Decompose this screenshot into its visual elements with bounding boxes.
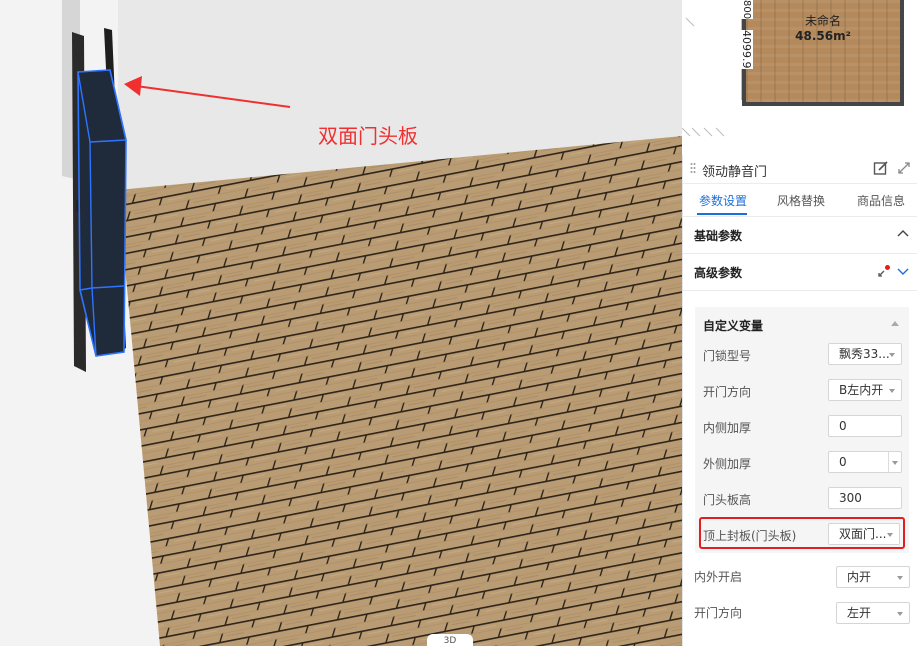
open-direction-value: B左内开 xyxy=(839,383,884,397)
door-direction-select[interactable]: 左开 xyxy=(836,602,910,624)
collapse-triangle-icon[interactable] xyxy=(891,321,899,326)
tab-params[interactable]: 参数设置 xyxy=(699,192,747,209)
row-door-direction-label: 开门方向 xyxy=(694,606,743,620)
dimension-main: 4099.9 xyxy=(739,30,753,69)
lock-model-select[interactable]: 飘秀33... xyxy=(828,343,902,365)
row-open-direction-label: 开门方向 xyxy=(703,385,752,399)
properties-panel: 领动静音门 参数设置 风格替换 商品信息 基础参数 高级参数 自定义变量 门锁型… xyxy=(682,155,917,646)
lock-model-value: 飘秀33... xyxy=(839,347,890,361)
3d-scene[interactable] xyxy=(0,0,682,646)
header-height-input[interactable]: 300 xyxy=(828,487,902,509)
open-mode-value: 内开 xyxy=(847,570,872,584)
row-header-height-label: 门头板高 xyxy=(703,493,752,507)
caret-down-icon xyxy=(897,576,903,580)
row-inner-thickness-label: 内侧加厚 xyxy=(703,421,752,435)
tab-style[interactable]: 风格替换 xyxy=(777,192,825,209)
highlight-box xyxy=(699,517,905,549)
3d-viewport[interactable]: 双面门头板 3D xyxy=(0,0,682,646)
chevron-up-icon[interactable] xyxy=(897,229,909,239)
dimension-small: 800 xyxy=(739,0,753,20)
stepper[interactable] xyxy=(888,452,901,472)
section-basic[interactable]: 基础参数 xyxy=(683,217,917,254)
header-height-value: 300 xyxy=(839,491,862,505)
floorplan-minimap[interactable]: 未命名 48.56m² 800 4099.9 xyxy=(682,0,917,155)
locate-icon[interactable] xyxy=(877,264,891,278)
inner-thickness-value: 0 xyxy=(839,419,847,433)
tab-product[interactable]: 商品信息 xyxy=(857,192,905,209)
panel-title: 领动静音门 xyxy=(702,165,768,180)
room-name: 未命名 xyxy=(804,14,841,28)
section-advanced[interactable]: 高级参数 xyxy=(683,254,917,291)
chevron-down-icon[interactable] xyxy=(897,266,909,276)
row-lock-model-label: 门锁型号 xyxy=(703,349,752,363)
view-mode-tab[interactable]: 3D xyxy=(427,634,473,646)
active-tab-indicator xyxy=(697,213,747,215)
inner-thickness-input[interactable]: 0 xyxy=(828,415,902,437)
open-direction-select[interactable]: B左内开 xyxy=(828,379,902,401)
caret-down-icon xyxy=(892,461,898,465)
open-mode-select[interactable]: 内开 xyxy=(836,566,910,588)
door-direction-value: 左开 xyxy=(847,606,872,620)
section-advanced-label: 高级参数 xyxy=(694,266,743,280)
caret-down-icon xyxy=(897,612,903,616)
expand-icon[interactable] xyxy=(897,161,911,175)
annotation-label: 双面门头板 xyxy=(318,124,418,148)
outer-thickness-input[interactable]: 0 xyxy=(828,451,902,473)
outer-thickness-value: 0 xyxy=(839,455,847,469)
caret-down-icon xyxy=(889,353,895,357)
room-area: 48.56m² xyxy=(795,29,851,43)
section-basic-label: 基础参数 xyxy=(694,229,743,243)
edit-icon[interactable] xyxy=(873,160,889,176)
panel-tabs: 参数设置 风格替换 商品信息 xyxy=(683,184,917,217)
row-open-mode-label: 内外开启 xyxy=(694,570,743,584)
drag-handle-icon[interactable] xyxy=(690,162,696,176)
row-outer-thickness-label: 外侧加厚 xyxy=(703,457,752,471)
custom-group-title: 自定义变量 xyxy=(703,319,764,333)
panel-header: 领动静音门 xyxy=(683,155,917,184)
caret-down-icon xyxy=(889,389,895,393)
floor xyxy=(118,136,682,646)
